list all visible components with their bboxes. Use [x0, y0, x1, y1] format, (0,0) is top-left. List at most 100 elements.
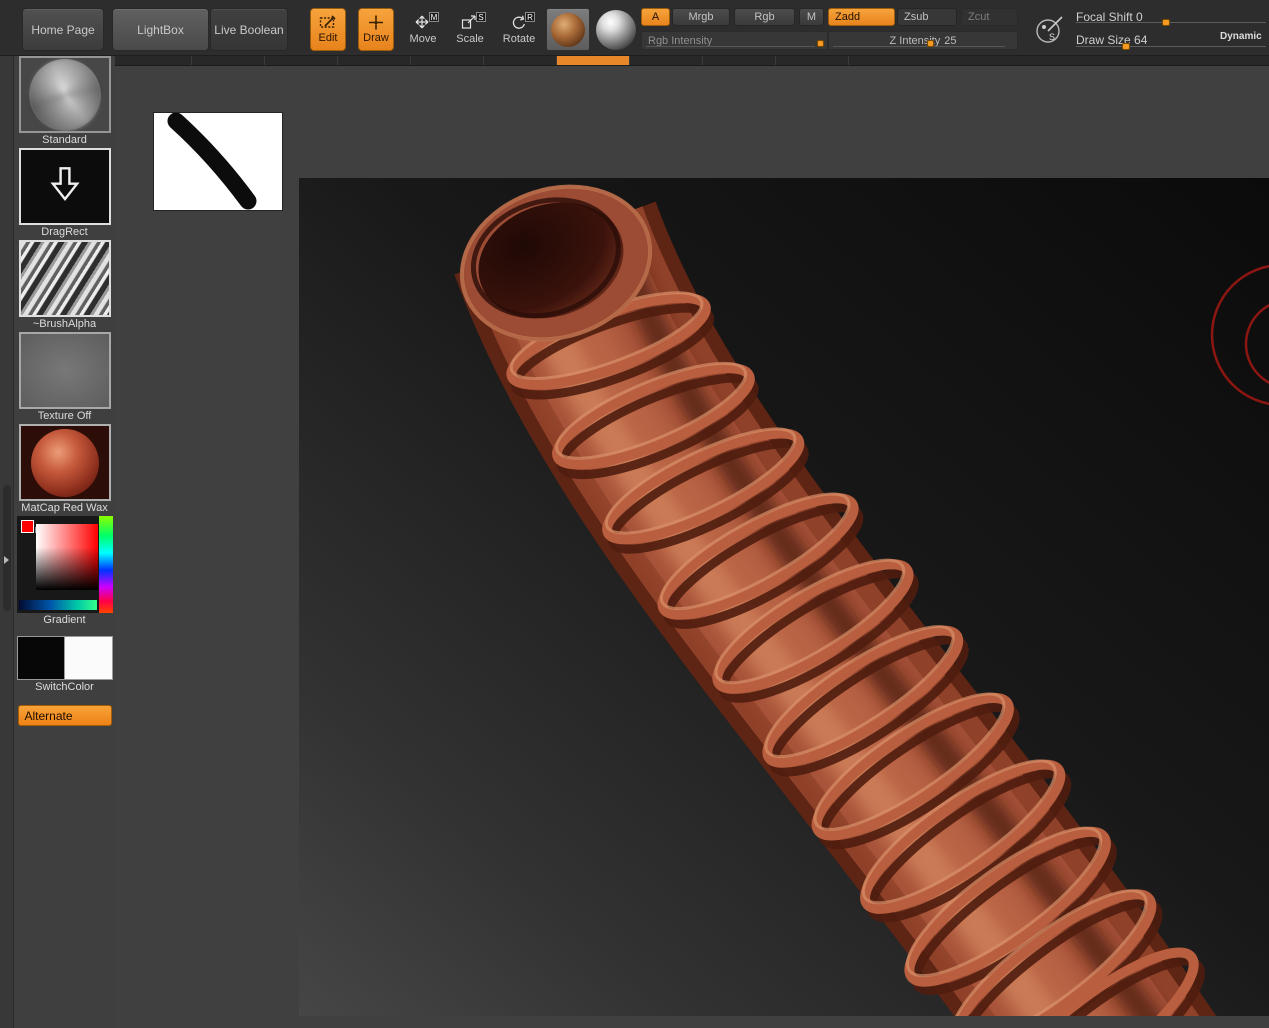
rgb-button[interactable]: Rgb [734, 8, 795, 26]
rotate-badge: R [525, 12, 535, 22]
zcut-button: Zcut [961, 8, 1018, 26]
hue-strip[interactable] [99, 516, 113, 613]
alpha-thumbnail[interactable] [19, 240, 111, 317]
tray-open-arrow-icon[interactable] [4, 556, 9, 564]
canvas-document[interactable] [299, 178, 1269, 1016]
gradient-label: Gradient [17, 613, 113, 628]
scale-button[interactable]: S Scale [452, 8, 488, 51]
shelf-item-color-picker[interactable]: Gradient [17, 516, 113, 628]
draw-size-handle[interactable] [1122, 43, 1130, 50]
live-boolean-button[interactable]: Live Boolean [210, 8, 288, 51]
rgb-intensity-slider[interactable]: Rgb Intensity [641, 31, 828, 50]
zadd-button[interactable]: Zadd [828, 8, 895, 26]
stroke-thumbnail[interactable] [19, 148, 111, 225]
alpha-stroke-icon [154, 113, 282, 210]
shelf-item-switchcolor[interactable]: SwitchColor [17, 636, 113, 695]
switchcolor-label: SwitchColor [17, 680, 113, 695]
tray-tab[interactable] [703, 56, 776, 65]
texture-label: Texture Off [17, 409, 113, 424]
focal-shift-handle[interactable] [1162, 19, 1170, 26]
left-tray-edge [0, 56, 14, 1028]
z-intensity-track [833, 46, 1005, 47]
z-intensity-handle[interactable] [927, 40, 934, 47]
scale-label: Scale [456, 33, 484, 45]
home-page-button[interactable]: Home Page [22, 8, 104, 51]
alternate-button[interactable]: Alternate [18, 705, 112, 726]
tray-tab-active[interactable] [557, 56, 630, 65]
workspace [115, 56, 1269, 1028]
shelf-item-stroke[interactable]: DragRect [17, 148, 113, 240]
tool-shelf: Standard DragRect ~BrushAlpha Texture Of… [14, 56, 115, 1028]
sculpt-model [442, 178, 1219, 1016]
brush-alpha-preview [154, 113, 282, 210]
shelf-item-material[interactable]: MatCap Red Wax [17, 424, 113, 516]
saturation-value-box[interactable] [36, 524, 98, 590]
lightbox-button[interactable]: LightBox [112, 8, 209, 51]
rotate-button[interactable]: R Rotate [499, 8, 539, 51]
material-label: MatCap Red Wax [17, 501, 113, 516]
white-swatch[interactable] [65, 636, 113, 680]
sculpt-viewport[interactable] [299, 178, 1269, 1016]
current-material-tile[interactable] [546, 8, 590, 51]
svg-text:S: S [1049, 32, 1055, 42]
draw-size-track [1076, 46, 1266, 47]
current-alpha-sphere[interactable] [594, 8, 638, 51]
black-swatch[interactable] [17, 636, 66, 680]
scale-badge: S [476, 12, 486, 22]
material-sphere-icon [551, 13, 585, 47]
tray-tab[interactable] [776, 56, 849, 65]
mrgb-button[interactable]: Mrgb [672, 8, 730, 26]
spectrum-strip[interactable] [19, 600, 97, 610]
focal-shift-track [1076, 22, 1266, 23]
z-intensity-slider[interactable]: Z Intensity 25 [828, 31, 1018, 50]
scale-icon: S [461, 15, 479, 30]
top-toolbar: Home Page LightBox Live Boolean Edit Dra… [0, 0, 1269, 56]
shelf-item-brush[interactable]: Standard [17, 56, 113, 148]
texture-thumbnail[interactable] [19, 332, 111, 409]
zbrush-app: Home Page LightBox Live Boolean Edit Dra… [0, 0, 1269, 1028]
draw-icon [367, 15, 385, 30]
tray-tab[interactable] [192, 56, 265, 65]
rotate-icon: R [510, 15, 528, 30]
sculptris-pro-button[interactable]: S [1032, 8, 1067, 51]
brush-cursor-icon [1212, 265, 1269, 405]
tray-tab[interactable] [484, 56, 557, 65]
edit-label: Edit [319, 32, 338, 44]
m-button[interactable]: M [799, 8, 824, 26]
rgb-intensity-handle[interactable] [817, 40, 824, 47]
tray-tab[interactable] [630, 56, 703, 65]
move-badge: M [429, 12, 439, 22]
rotate-label: Rotate [503, 33, 535, 45]
a-button[interactable]: A [641, 8, 670, 26]
tray-strip-filler [849, 56, 1269, 65]
color-picker[interactable] [17, 516, 113, 613]
draw-size-readout: Draw Size 64 [1076, 33, 1147, 47]
switchcolor-swatches [17, 636, 113, 680]
brush-thumbnail[interactable] [19, 56, 111, 133]
tray-tab[interactable] [411, 56, 484, 65]
dragrect-arrow-icon [45, 165, 85, 209]
stroke-label: DragRect [17, 225, 113, 240]
matcap-sphere-icon [31, 429, 99, 497]
rgb-intensity-track [646, 46, 815, 47]
tray-tab[interactable] [265, 56, 338, 65]
draw-button[interactable]: Draw [358, 8, 394, 51]
shelf-item-alpha[interactable]: ~BrushAlpha [17, 240, 113, 332]
shelf-item-texture[interactable]: Texture Off [17, 332, 113, 424]
z-intensity-value: 25 [944, 35, 956, 47]
zsub-button[interactable]: Zsub [897, 8, 957, 26]
selected-color-swatch[interactable] [21, 520, 34, 533]
move-button[interactable]: M Move [405, 8, 441, 51]
standard-brush-icon [29, 59, 101, 131]
left-tray-scrollbar[interactable] [3, 485, 11, 611]
bw-sphere-icon [596, 10, 636, 50]
sculptris-pro-icon: S [1034, 14, 1066, 46]
alpha-label: ~BrushAlpha [17, 317, 113, 332]
material-thumbnail[interactable] [19, 424, 111, 501]
dynamic-toggle[interactable]: Dynamic [1220, 31, 1262, 42]
edit-button[interactable]: Edit [310, 8, 346, 51]
tray-tab[interactable] [119, 56, 192, 65]
draw-size-value: 64 [1134, 33, 1147, 47]
tray-tab[interactable] [338, 56, 411, 65]
edit-icon [319, 15, 337, 30]
